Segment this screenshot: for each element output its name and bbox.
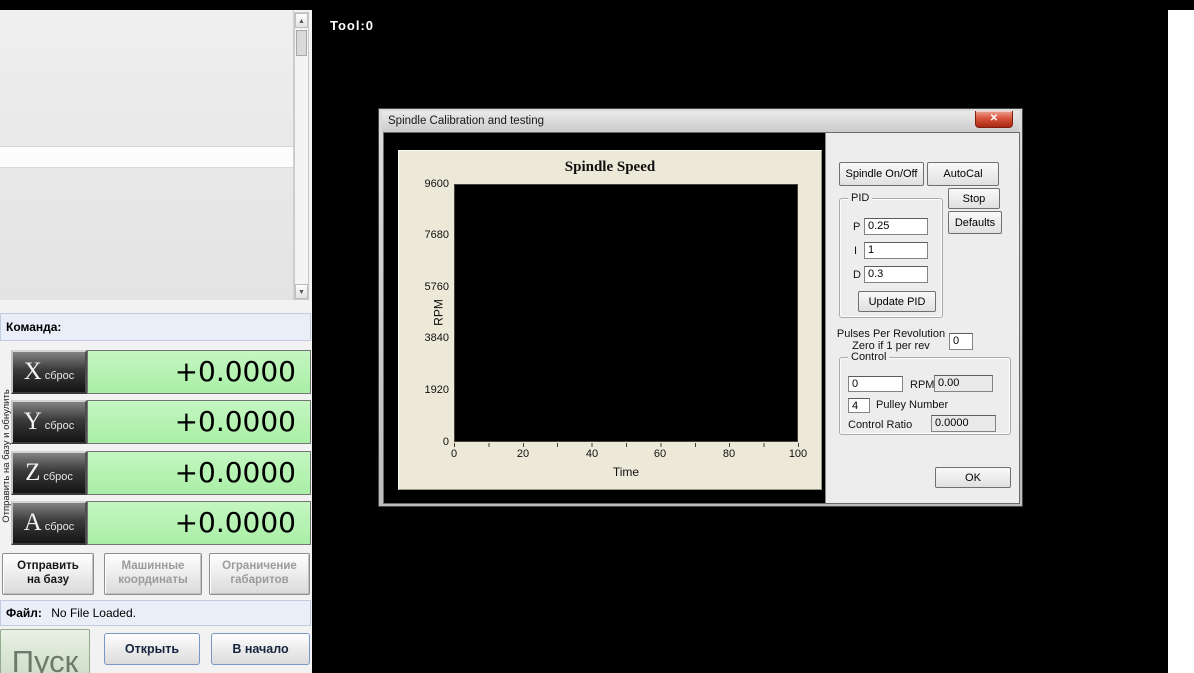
a-dro-value[interactable]: +0.0000 <box>87 501 311 545</box>
control-group-label: Control <box>848 351 890 363</box>
x-tick-label: 100 <box>788 448 808 460</box>
axis-letter: X <box>23 358 42 385</box>
y-dro-value[interactable]: +0.0000 <box>87 400 311 444</box>
i-label: I <box>854 245 858 257</box>
file-value: No File Loaded. <box>51 606 136 620</box>
button-label-line: координаты <box>118 574 188 586</box>
chart-plot-area <box>454 184 798 442</box>
rpm-setpoint-input[interactable]: 0 <box>848 376 903 392</box>
spindle-onoff-button[interactable]: Spindle On/Off <box>839 162 924 186</box>
scroll-down-icon[interactable]: ▼ <box>295 284 308 299</box>
pulses-per-rev-input[interactable]: 0 <box>949 333 973 350</box>
dro-row-a: A сброс +0.0000 <box>11 501 311 545</box>
command-label: Команда: <box>6 320 62 334</box>
cycle-start-button[interactable]: Пуск <box>0 629 90 673</box>
y-tick-label: 1920 <box>424 384 449 396</box>
soft-limits-button[interactable]: Ограничение габаритов <box>209 553 310 595</box>
control-ratio-label: Control Ratio <box>848 419 913 431</box>
axis-reset-label: сброс <box>43 471 73 483</box>
y-tick-label: 5760 <box>424 281 449 293</box>
autocal-button[interactable]: AutoCal <box>927 162 999 186</box>
axis-reset-label: сброс <box>44 370 75 382</box>
gcode-selected-line <box>0 146 293 168</box>
file-label: Файл: <box>6 606 42 620</box>
y-tick-label: 9600 <box>424 178 449 190</box>
axis-reset-label: сброс <box>44 521 75 533</box>
spindle-speed-chart: Spindle Speed RPM 9600 7680 5760 3840 19… <box>398 150 822 490</box>
pid-groupbox: PID P 0.25 I 1 D 0.3 Update PID <box>839 192 943 318</box>
x-tick-label: 0 <box>450 448 458 460</box>
stop-button[interactable]: Stop <box>948 188 1000 209</box>
p-label: P <box>853 221 861 233</box>
scrollbar-thumb[interactable] <box>296 30 307 56</box>
machine-coords-button[interactable]: Машинные координаты <box>104 553 202 595</box>
dro-row-x: X сброс +0.0000 <box>11 350 311 394</box>
axis-letter: Z <box>25 459 41 486</box>
d-input[interactable]: 0.3 <box>864 266 928 283</box>
dro-row-y: Y сброс +0.0000 <box>11 400 311 444</box>
x-axis-tick-marks <box>454 443 799 447</box>
open-file-button[interactable]: Открыть <box>104 633 200 665</box>
x-dro-value[interactable]: +0.0000 <box>87 350 311 394</box>
x-tick-label: 40 <box>585 448 599 460</box>
control-ratio-display: 0.0000 <box>931 415 996 432</box>
axis-letter: A <box>23 509 42 536</box>
x-zero-button[interactable]: X сброс <box>11 350 87 394</box>
gcode-list[interactable] <box>0 10 294 300</box>
scroll-up-icon[interactable]: ▲ <box>295 13 308 28</box>
pulley-number-label: Pulley Number <box>876 399 949 411</box>
x-tick-label: 80 <box>722 448 736 460</box>
dro-row-z: Z сброс +0.0000 <box>11 451 311 495</box>
a-zero-button[interactable]: A сброс <box>11 501 87 545</box>
command-field[interactable]: Команда: <box>0 313 311 341</box>
pulley-number-input[interactable]: 4 <box>848 398 870 413</box>
chart-title: Spindle Speed <box>564 159 656 175</box>
rpm-label: RPM <box>910 379 935 391</box>
chart-y-axis-label: RPM <box>431 299 446 326</box>
x-tick-label: 60 <box>653 448 667 460</box>
tool-readout: Tool:0 <box>330 18 375 33</box>
goto-home-button[interactable]: Отправить на базу <box>2 553 94 595</box>
dialog-client-area: Spindle Speed RPM 9600 7680 5760 3840 19… <box>383 132 1020 504</box>
dialog-controls-panel: Spindle On/Off AutoCal Stop Defaults PID… <box>825 133 1019 503</box>
pulses-label-line2: Zero if 1 per rev <box>852 340 930 352</box>
ok-button[interactable]: OK <box>935 467 1011 488</box>
button-label-line: Ограничение <box>222 560 297 573</box>
rpm-actual-display: 0.00 <box>934 375 993 392</box>
update-pid-button[interactable]: Update PID <box>858 291 936 312</box>
y-zero-button[interactable]: Y сброс <box>11 400 87 444</box>
defaults-button[interactable]: Defaults <box>948 211 1002 234</box>
rewind-button[interactable]: В начало <box>211 633 310 665</box>
i-input[interactable]: 1 <box>864 242 928 259</box>
p-input[interactable]: 0.25 <box>864 218 928 235</box>
close-icon[interactable]: ✕ <box>975 111 1013 128</box>
chart-x-axis-label: Time <box>612 465 640 479</box>
dialog-titlebar[interactable]: Spindle Calibration and testing <box>382 111 1019 132</box>
mach3-window: Tool:0 ▲ ▼ Команда: Отправить на базу и … <box>0 0 1194 673</box>
pulses-per-revolution-label: Pulses Per Revolution Zero if 1 per rev <box>826 328 956 352</box>
axis-letter: Y <box>23 408 42 435</box>
y-tick-label: 7680 <box>424 229 449 241</box>
pid-group-label: PID <box>848 192 873 204</box>
z-dro-value[interactable]: +0.0000 <box>87 451 311 495</box>
pulses-label-line1: Pulses Per Revolution <box>836 328 946 340</box>
button-label-line: Отправить <box>17 560 79 573</box>
axis-reset-label: сброс <box>44 420 75 432</box>
button-label-line: на базу <box>26 574 69 586</box>
control-groupbox: Control 0 RPM 0.00 4 Pulley Number Contr… <box>839 351 1011 435</box>
spindle-calibration-dialog: Spindle Calibration and testing ✕ Spindl… <box>378 108 1023 507</box>
x-tick-label: 20 <box>516 448 530 460</box>
z-zero-button[interactable]: Z сброс <box>11 451 87 495</box>
y-tick-label: 3840 <box>424 332 449 344</box>
d-label: D <box>853 269 861 281</box>
button-label-line: Машинные <box>121 560 185 573</box>
file-status-bar: Файл: No File Loaded. <box>0 600 311 626</box>
y-tick-label: 0 <box>442 436 449 448</box>
button-label-line: габаритов <box>230 574 289 586</box>
gcode-scrollbar[interactable]: ▲ ▼ <box>294 12 309 300</box>
left-panel: ▲ ▼ Команда: Отправить на базу и обнулит… <box>0 10 312 673</box>
